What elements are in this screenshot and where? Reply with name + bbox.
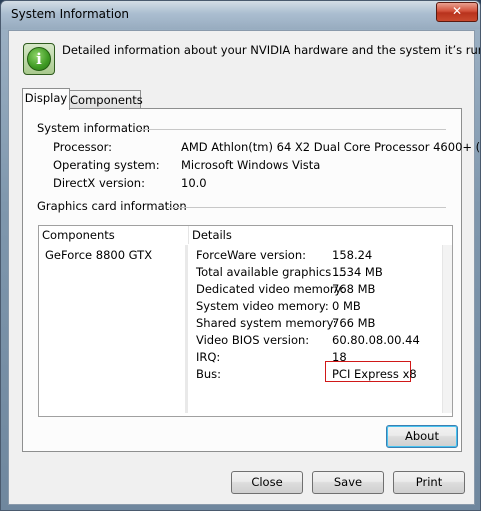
system-information-window: System Information ✕ i Detailed informat… bbox=[0, 0, 481, 511]
detail-value: 0 MB bbox=[332, 299, 361, 313]
detail-label: ForceWare version: bbox=[196, 248, 306, 262]
display-tab-panel: System information Processor: AMD Athlon… bbox=[22, 108, 480, 452]
graphics-card-information-heading: Graphics card information bbox=[37, 199, 187, 213]
details-scrollbar[interactable] bbox=[442, 245, 452, 413]
group-divider bbox=[168, 207, 446, 208]
title-bar[interactable]: System Information ✕ bbox=[1, 1, 480, 29]
info-icon: i bbox=[23, 43, 55, 75]
detail-label: Video BIOS version: bbox=[196, 333, 310, 347]
group-divider bbox=[139, 129, 446, 130]
operating-system-label: Operating system: bbox=[53, 158, 160, 172]
save-button[interactable]: Save bbox=[312, 471, 384, 494]
tab-display[interactable]: Display bbox=[22, 88, 70, 110]
processor-value: AMD Athlon(tm) 64 X2 Dual Core Processor… bbox=[181, 140, 481, 154]
detail-value: 766 MB bbox=[332, 316, 376, 330]
list-item-geforce-8800-gtx[interactable]: GeForce 8800 GTX bbox=[45, 248, 152, 262]
processor-label: Processor: bbox=[53, 140, 113, 154]
detail-value: 60.80.08.00.44 bbox=[332, 333, 420, 347]
tab-components[interactable]: Components bbox=[69, 90, 143, 110]
detail-value: 1534 MB bbox=[332, 265, 383, 279]
close-button[interactable]: Close bbox=[231, 471, 303, 494]
about-button[interactable]: About bbox=[386, 425, 458, 448]
directx-version-value: 10.0 bbox=[181, 176, 207, 190]
window-close-button[interactable]: ✕ bbox=[436, 2, 478, 22]
print-button[interactable]: Print bbox=[393, 471, 465, 494]
components-pane: GeForce 8800 GTX bbox=[40, 245, 188, 413]
column-header-components[interactable]: Components bbox=[39, 226, 189, 244]
tab-components-label: Components bbox=[70, 93, 143, 107]
details-pane: ForceWare version: 158.24 Total availabl… bbox=[189, 245, 442, 413]
header-description: Detailed information about your NVIDIA h… bbox=[62, 43, 480, 57]
detail-label: Shared system memory: bbox=[196, 316, 337, 330]
tab-display-label: Display bbox=[24, 91, 68, 105]
detail-value: 768 MB bbox=[332, 282, 376, 296]
detail-label: Total available graphics ... bbox=[196, 265, 346, 279]
system-information-heading: System information bbox=[37, 121, 150, 135]
detail-label: System video memory: bbox=[196, 299, 329, 313]
dialog-client-area: i Detailed information about your NVIDIA… bbox=[8, 30, 480, 505]
directx-version-label: DirectX version: bbox=[53, 176, 145, 190]
graphics-card-list: Components Details GeForce 8800 GTX Forc… bbox=[38, 225, 453, 417]
detail-label: Dedicated video memory: bbox=[196, 282, 345, 296]
detail-label: IRQ: bbox=[196, 350, 221, 364]
column-header-details[interactable]: Details bbox=[189, 226, 452, 244]
detail-value-bus: PCI Express x8 bbox=[332, 367, 417, 381]
detail-value: 158.24 bbox=[332, 248, 373, 262]
close-icon: ✕ bbox=[451, 4, 463, 18]
window-title: System Information bbox=[11, 7, 130, 21]
operating-system-value: Microsoft Windows Vista bbox=[181, 158, 321, 172]
detail-label: Bus: bbox=[196, 367, 222, 381]
